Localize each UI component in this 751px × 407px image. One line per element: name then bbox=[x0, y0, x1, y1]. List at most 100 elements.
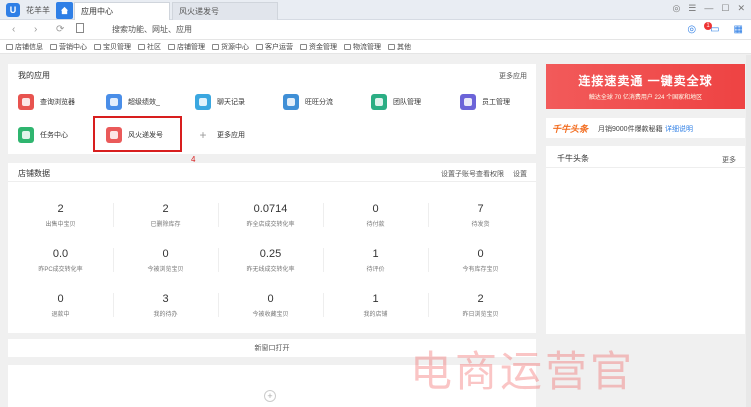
folder-icon bbox=[300, 43, 307, 50]
headline-text[interactable]: 月销9000件爆款秘籍 bbox=[598, 124, 663, 134]
team-icon bbox=[371, 94, 387, 110]
plus-icon: + bbox=[199, 128, 207, 142]
banner-subtitle: 触达全球 70 亿消费用户 224 个国家和地区 bbox=[588, 95, 703, 101]
promo-banner[interactable]: 连接速卖通 一键卖全球 触达全球 70 亿消费用户 224 个国家和地区 bbox=[546, 64, 745, 109]
message-badge: 1 bbox=[704, 22, 712, 30]
stat-item[interactable]: 1 待评价 bbox=[323, 248, 428, 273]
bookmark-item[interactable]: 物流管理 bbox=[344, 42, 381, 52]
page-icon[interactable] bbox=[76, 23, 84, 36]
more-apps-link[interactable]: 更多应用 bbox=[499, 71, 527, 81]
folder-icon bbox=[256, 43, 263, 50]
stat-item[interactable]: 0 今被收藏宝贝 bbox=[218, 293, 323, 318]
watermark: 电商运营官 bbox=[410, 347, 636, 396]
stat-item[interactable]: 0.0 昨PC成交转化率 bbox=[8, 248, 113, 273]
folder-icon bbox=[138, 43, 145, 50]
bookmark-item[interactable]: 店铺信息 bbox=[6, 42, 43, 52]
scrollbar[interactable] bbox=[746, 55, 751, 407]
stat-item[interactable]: 0.0714 昨全店成交转化率 bbox=[218, 203, 323, 228]
nav-bar: ‹ › ⟳ 搜索功能、网址、应用 ◎ ▭ ▦ bbox=[0, 20, 751, 40]
bookmark-item[interactable]: 其他 bbox=[388, 42, 411, 52]
stat-item[interactable]: 2 出售中宝贝 bbox=[8, 203, 113, 228]
divider bbox=[428, 203, 429, 227]
back-icon[interactable]: ‹ bbox=[12, 24, 15, 35]
tab-app-center[interactable]: 应用中心 bbox=[74, 2, 170, 20]
divider bbox=[323, 203, 324, 227]
bookmark-item[interactable]: 资金管理 bbox=[300, 42, 337, 52]
sync-icon[interactable]: ◎ bbox=[687, 24, 696, 35]
title-bar: U 花羊羊 应用中心 风火递发号 ◎ ☰ — ☐ ✕ bbox=[0, 0, 751, 20]
my-apps-panel bbox=[8, 64, 536, 154]
share-icon bbox=[283, 94, 299, 110]
news-panel bbox=[546, 146, 745, 334]
menu-icon[interactable]: ☰ bbox=[688, 3, 696, 14]
bookmark-item[interactable]: 营销中心 bbox=[50, 42, 87, 52]
headline-link[interactable]: 详细说明 bbox=[665, 124, 693, 134]
divider bbox=[323, 293, 324, 317]
bookmark-bar: 店铺信息 营销中心 宝贝管理 社区 店铺管理 货源中心 客户运营 资金管理 物流… bbox=[0, 40, 751, 54]
settings-link[interactable]: 设置 bbox=[513, 169, 527, 179]
bookmark-item[interactable]: 社区 bbox=[138, 42, 161, 52]
app-task-center[interactable]: 任务中心 bbox=[18, 125, 68, 145]
target-icon[interactable]: ◎ bbox=[672, 3, 680, 14]
tab-fenghuodi[interactable]: 风火递发号 bbox=[172, 2, 278, 20]
news-more-link[interactable]: 更多 bbox=[722, 155, 736, 165]
chat-icon bbox=[195, 94, 211, 110]
bookmark-item[interactable]: 货源中心 bbox=[212, 42, 249, 52]
divider bbox=[323, 248, 324, 272]
forward-icon[interactable]: › bbox=[34, 24, 37, 35]
headline-brand: 千牛头条 bbox=[552, 124, 589, 134]
app-logo-icon: U bbox=[6, 3, 20, 17]
app-staff-management[interactable]: 员工管理 bbox=[460, 92, 510, 112]
task-icon bbox=[18, 127, 34, 143]
stat-item[interactable]: 0 今有库存宝贝 bbox=[428, 248, 533, 273]
divider bbox=[218, 293, 219, 317]
grid-icon[interactable]: ▦ bbox=[734, 24, 743, 35]
stat-item[interactable]: 0 待付款 bbox=[323, 203, 428, 228]
folder-icon bbox=[388, 43, 395, 50]
app-team-management[interactable]: 团队管理 bbox=[371, 92, 421, 112]
app-chat-records[interactable]: 聊天记录 bbox=[195, 92, 245, 112]
folder-icon bbox=[94, 43, 101, 50]
home-button[interactable] bbox=[56, 2, 73, 19]
app-wangwang-split[interactable]: 旺旺分流 bbox=[283, 92, 333, 112]
divider bbox=[428, 293, 429, 317]
divider bbox=[113, 293, 114, 317]
divider bbox=[218, 248, 219, 272]
stat-item[interactable]: 0 退款中 bbox=[8, 293, 113, 318]
banner-headline: 连接速卖通 一键卖全球 bbox=[578, 74, 713, 88]
address-bar[interactable]: 搜索功能、网址、应用 bbox=[112, 23, 532, 37]
divider bbox=[113, 203, 114, 227]
stat-item[interactable]: 1 我的店铺 bbox=[323, 293, 428, 318]
divider bbox=[546, 167, 745, 168]
home-icon bbox=[60, 6, 69, 15]
folder-icon bbox=[212, 43, 219, 50]
stat-item[interactable]: 0.25 昨无线成交转化率 bbox=[218, 248, 323, 273]
folder-icon bbox=[6, 43, 13, 50]
stat-item[interactable]: 3 我的待办 bbox=[113, 293, 218, 318]
folder-icon bbox=[344, 43, 351, 50]
divider bbox=[8, 181, 536, 182]
app-query-browser[interactable]: 查询浏览器 bbox=[18, 92, 75, 112]
app-more[interactable]: + 更多应用 bbox=[195, 125, 245, 145]
highlight-box bbox=[93, 116, 182, 152]
bookmark-item[interactable]: 宝贝管理 bbox=[94, 42, 131, 52]
browser-icon bbox=[18, 94, 34, 110]
app-super-performance[interactable]: 超级绩效_ bbox=[106, 92, 160, 112]
folder-icon bbox=[50, 43, 57, 50]
close-icon[interactable]: ✕ bbox=[737, 3, 745, 14]
bookmark-item[interactable]: 店铺管理 bbox=[168, 42, 205, 52]
divider bbox=[113, 248, 114, 272]
stat-item[interactable]: 0 今被浏览宝贝 bbox=[113, 248, 218, 273]
shop-data-title: 店铺数据 bbox=[18, 169, 50, 178]
add-icon[interactable]: + bbox=[264, 390, 276, 402]
maximize-icon[interactable]: ☐ bbox=[721, 3, 729, 14]
bookmark-item[interactable]: 客户运营 bbox=[256, 42, 293, 52]
minimize-icon[interactable]: — bbox=[704, 3, 713, 14]
sub-account-permission-link[interactable]: 设置子账号查看权限 bbox=[441, 169, 504, 179]
stat-item[interactable]: 7 待发货 bbox=[428, 203, 533, 228]
nav-right-tools: ◎ ▭ ▦ bbox=[687, 24, 743, 35]
refresh-icon[interactable]: ⟳ bbox=[56, 24, 64, 35]
stat-item[interactable]: 2 已删除库存 bbox=[113, 203, 218, 228]
stat-item[interactable]: 2 昨日浏览宝贝 bbox=[428, 293, 533, 318]
window-controls: ◎ ☰ — ☐ ✕ bbox=[672, 3, 745, 14]
